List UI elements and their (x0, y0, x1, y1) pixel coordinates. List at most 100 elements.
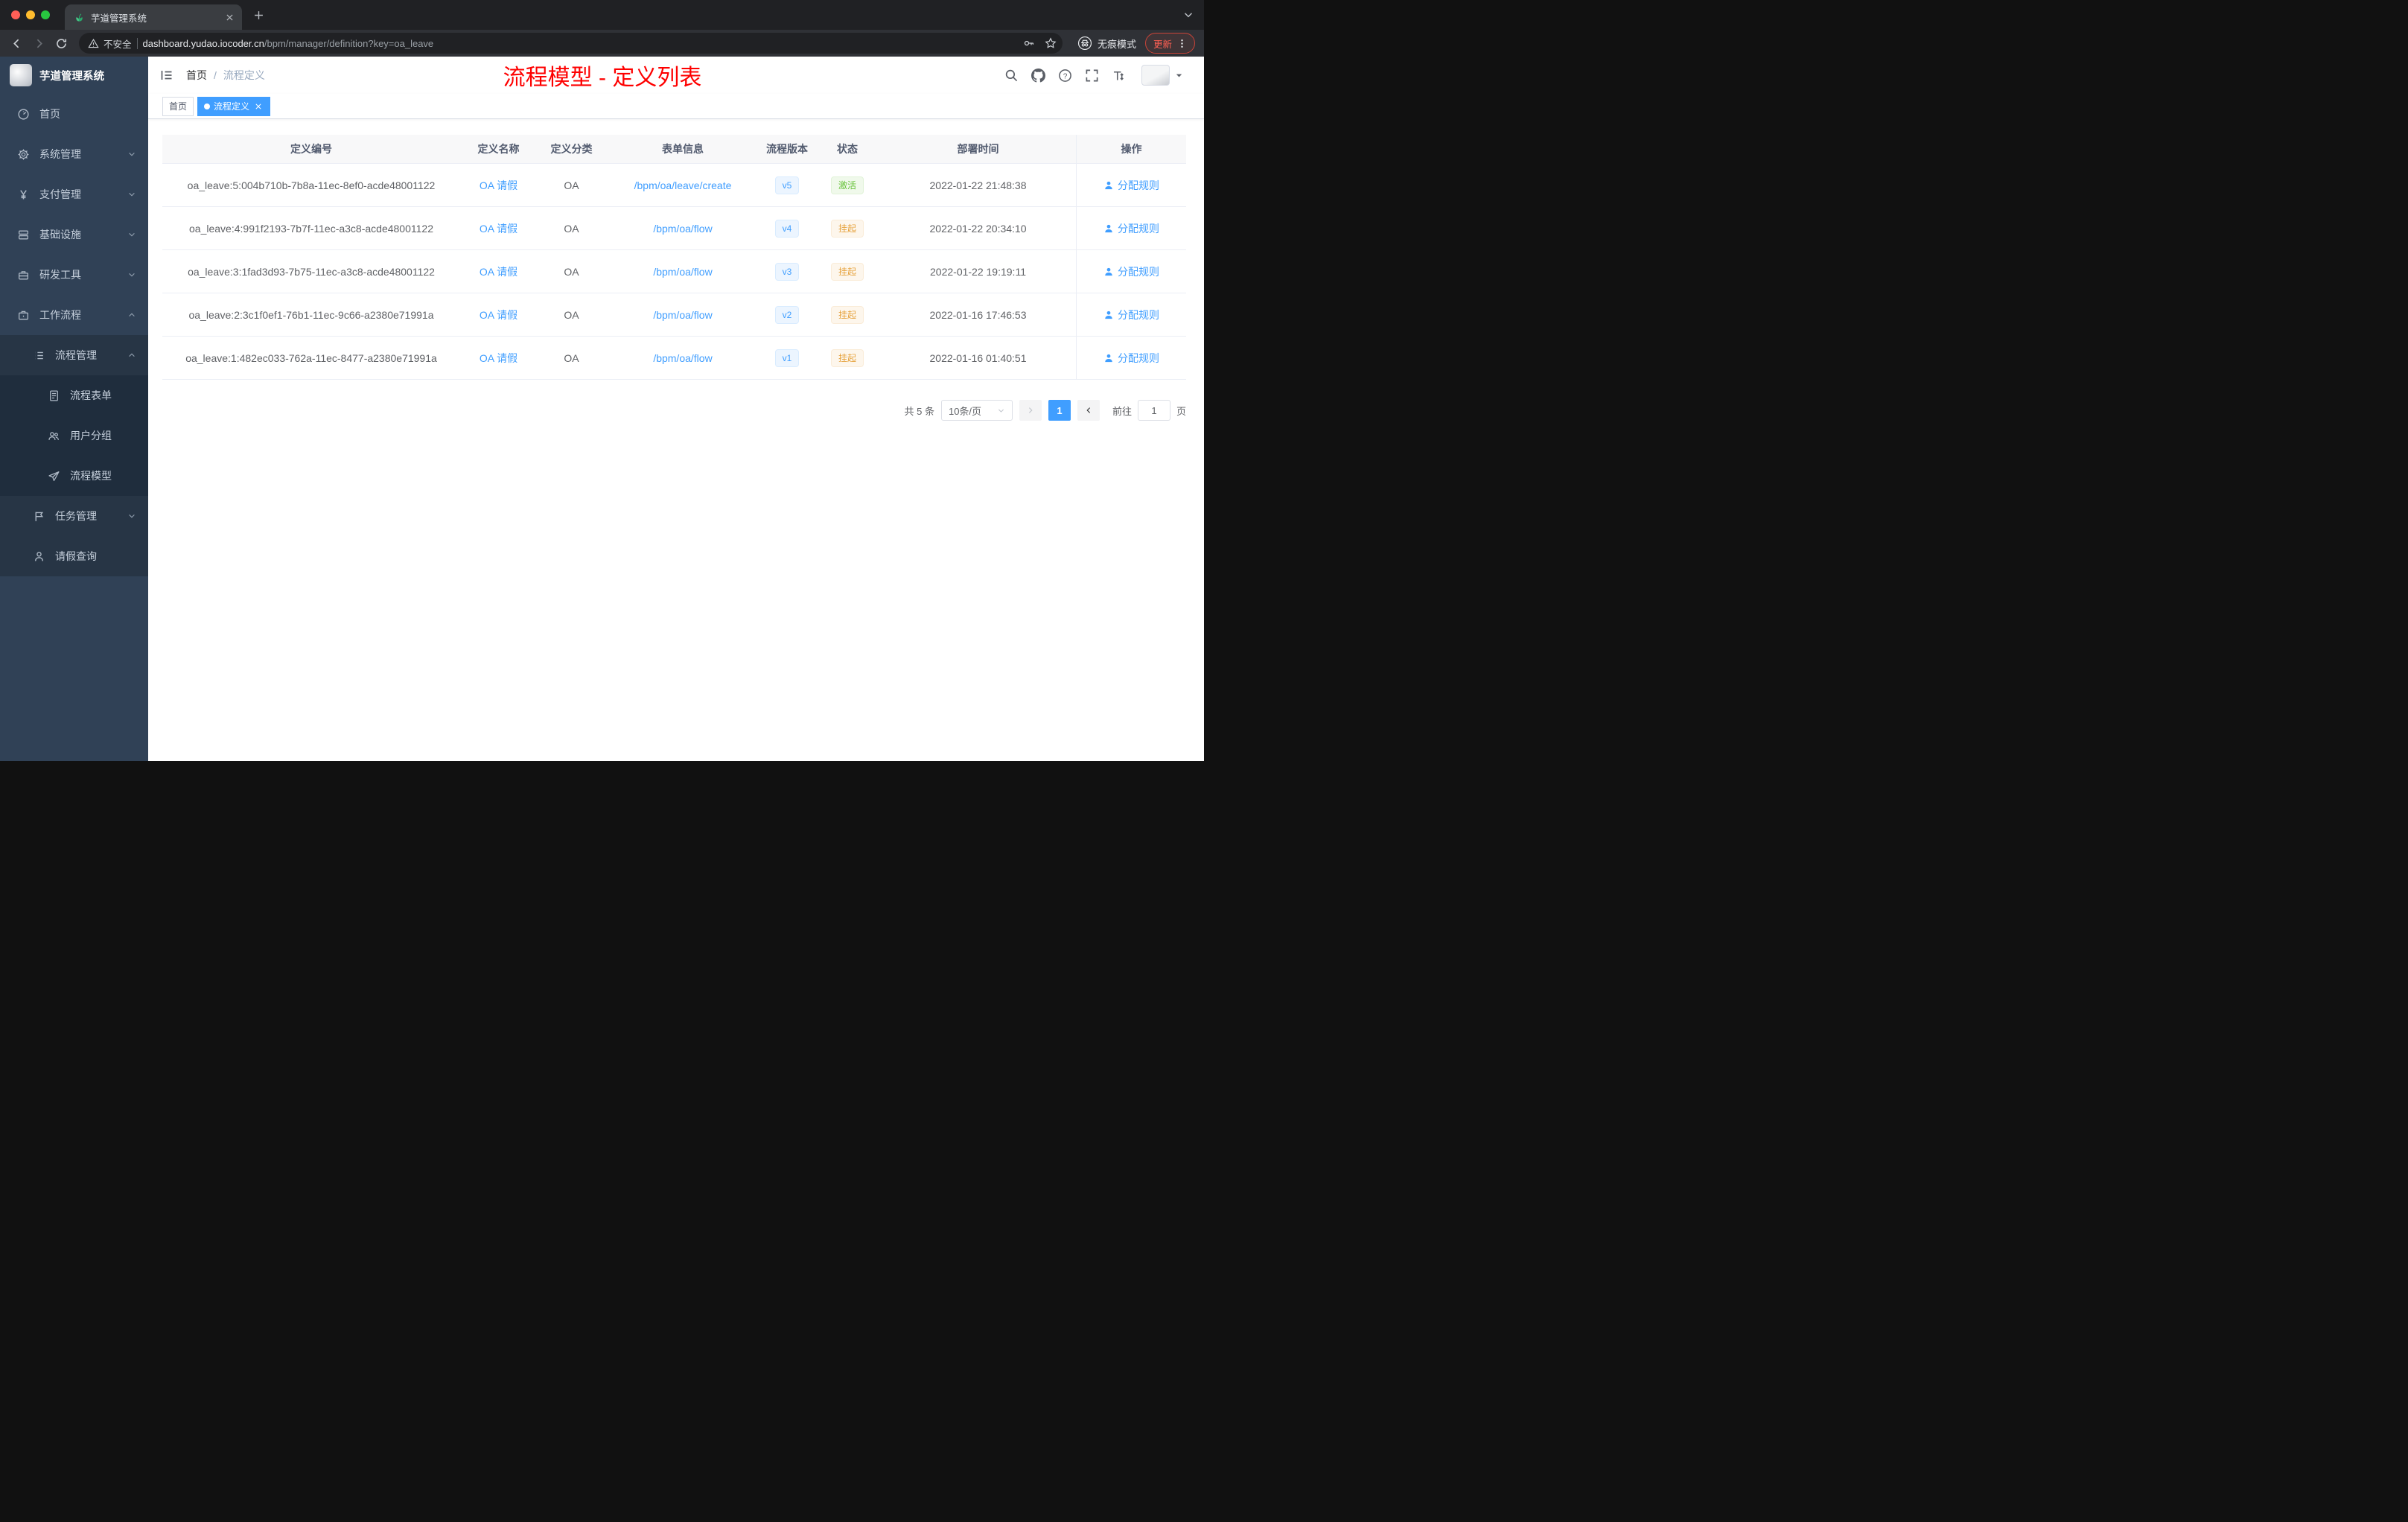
form-link[interactable]: /bpm/oa/flow (653, 352, 712, 364)
definition-name-cell: OA 请假 (460, 250, 537, 293)
goto-page-input[interactable] (1137, 400, 1170, 421)
document-icon (48, 389, 60, 402)
action-cell: 分配规则 (1076, 250, 1186, 293)
form-link[interactable]: /bpm/oa/flow (653, 266, 712, 278)
users-icon (48, 430, 60, 442)
status-cell: 挂起 (815, 293, 880, 336)
sidebar-item-7[interactable]: 流程表单 (0, 375, 148, 415)
version-badge: v2 (774, 305, 800, 324)
definition-name-link[interactable]: OA 请假 (480, 178, 517, 193)
search-icon[interactable] (1004, 69, 1019, 83)
definition-name-link[interactable]: OA 请假 (480, 264, 517, 279)
page-size-select[interactable]: 10条/页 (940, 400, 1013, 421)
tab-title: 芋道管理系统 (91, 13, 147, 24)
reload-icon (55, 37, 68, 50)
url-divider (136, 37, 138, 49)
user-icon (1103, 310, 1114, 320)
sidebar-item-1[interactable]: 系统管理 (0, 134, 148, 174)
sidebar-item-3[interactable]: 基础设施 (0, 214, 148, 255)
column-header-1: 定义名称 (460, 135, 537, 163)
chevron-down-icon (127, 150, 136, 159)
form-link[interactable]: /bpm/oa/leave/create (634, 179, 732, 191)
zoom-window-button[interactable] (41, 10, 50, 19)
assign-rule-link[interactable]: 分配规则 (1103, 308, 1159, 322)
status-cell: 挂起 (815, 250, 880, 293)
reload-button[interactable] (51, 33, 71, 54)
definition-name-link[interactable]: OA 请假 (480, 351, 517, 366)
page-number-button[interactable]: 1 (1048, 400, 1071, 421)
assign-rule-link[interactable]: 分配规则 (1103, 221, 1159, 236)
assign-rule-link[interactable]: 分配规则 (1103, 351, 1159, 366)
breadcrumb-separator: / (214, 69, 217, 81)
sidebar-item-6[interactable]: 流程管理 (0, 335, 148, 375)
github-icon[interactable] (1031, 68, 1045, 83)
chevron-up-icon (127, 351, 136, 360)
sidebar-item-label: 支付管理 (39, 188, 81, 200)
tag-close-button[interactable] (253, 101, 264, 112)
plane-icon (48, 470, 60, 483)
deploy-time: 2022-01-22 21:48:38 (929, 179, 1027, 191)
kebab-menu-icon[interactable] (1177, 39, 1187, 48)
close-window-button[interactable] (11, 10, 20, 19)
app-root: 芋道管理系统 首页 系统管理 支付管理 基础设施 研发工具 工作流程 流程管理 流程表单 用户分… (0, 57, 1204, 761)
sidebar-item-5[interactable]: 工作流程 (0, 295, 148, 335)
form-link[interactable]: /bpm/oa/flow (653, 309, 712, 321)
svg-text:?: ? (1063, 72, 1068, 80)
sidebar-item-2[interactable]: 支付管理 (0, 174, 148, 214)
pagination: 共 5 条 10条/页 1 前往 页 (162, 400, 1186, 421)
breadcrumb-home[interactable]: 首页 (186, 68, 207, 83)
password-key-icon[interactable] (1023, 37, 1035, 49)
version-badge: v3 (774, 262, 800, 281)
chrome-update-button[interactable]: 更新 (1144, 33, 1195, 54)
sidebar-item-4[interactable]: 研发工具 (0, 255, 148, 295)
assign-rule-link[interactable]: 分配规则 (1103, 264, 1159, 279)
logo-title: 芋道管理系统 (39, 70, 104, 83)
definition-category: OA (564, 265, 579, 278)
tags-view: 首页 流程定义 (148, 94, 1204, 119)
sidebar-item-0[interactable]: 首页 (0, 94, 148, 134)
column-header-4: 流程版本 (759, 135, 815, 163)
avatar[interactable] (1141, 65, 1170, 86)
hamburger-icon[interactable] (159, 68, 174, 83)
security-chip[interactable]: 不安全 (88, 36, 132, 51)
tag-0[interactable]: 首页 (162, 96, 194, 116)
sidebar-item-8[interactable]: 用户分组 (0, 415, 148, 456)
close-icon (226, 13, 233, 21)
font-size-icon[interactable] (1112, 69, 1126, 83)
definition-category: OA (564, 351, 579, 364)
form-link[interactable]: /bpm/oa/flow (653, 223, 712, 235)
minimize-window-button[interactable] (26, 10, 35, 19)
tab-close-button[interactable] (223, 11, 236, 24)
action-cell: 分配规则 (1076, 164, 1186, 206)
fullscreen-icon[interactable] (1085, 69, 1099, 83)
tab-search-chevron-icon[interactable] (1182, 9, 1194, 21)
prev-page-button[interactable] (1019, 400, 1042, 421)
sidebar-item-9[interactable]: 流程模型 (0, 456, 148, 496)
tag-1[interactable]: 流程定义 (197, 96, 271, 116)
sidebar-item-10[interactable]: 任务管理 (0, 496, 148, 536)
tag-label: 首页 (169, 101, 188, 112)
sidebar-item-11[interactable]: 请假查询 (0, 536, 148, 576)
new-tab-button[interactable] (249, 6, 267, 24)
url-text[interactable]: dashboard.yudao.iocoder.cn/bpm/manager/d… (143, 38, 1013, 49)
version-cell: v2 (759, 293, 815, 336)
next-page-button[interactable] (1077, 400, 1100, 421)
back-button[interactable] (6, 33, 27, 54)
sidebar-logo[interactable]: 芋道管理系统 (0, 57, 148, 94)
incognito-icon (1077, 36, 1092, 51)
definition-category: OA (564, 179, 579, 191)
breadcrumb: 首页 / 流程定义 (186, 68, 265, 83)
help-icon[interactable]: ? (1058, 69, 1072, 83)
address-bar[interactable]: 不安全 dashboard.yudao.iocoder.cn/bpm/manag… (79, 33, 1063, 54)
forward-button[interactable] (28, 33, 49, 54)
bookmark-star-icon[interactable] (1045, 37, 1057, 49)
assign-rule-link[interactable]: 分配规则 (1103, 178, 1159, 193)
definition-name-link[interactable]: OA 请假 (480, 308, 517, 322)
user-menu[interactable] (1141, 65, 1183, 86)
browser-tabstrip: 芋道管理系统 (0, 0, 1204, 30)
table-row-0: oa_leave:5:004b710b-7b8a-11ec-8ef0-acde4… (162, 164, 1186, 207)
browser-tab[interactable]: 芋道管理系统 (65, 4, 242, 30)
definition-name-link[interactable]: OA 请假 (480, 221, 517, 236)
deploy-time: 2022-01-22 20:34:10 (929, 222, 1027, 235)
close-icon (255, 103, 261, 109)
